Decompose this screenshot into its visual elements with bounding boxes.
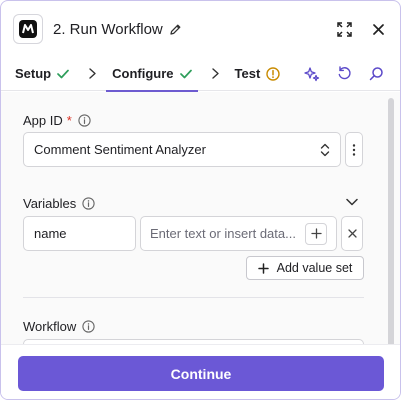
add-value-set-button[interactable]: Add value set <box>246 256 364 280</box>
app-id-label-row: App ID * <box>23 113 91 128</box>
vertical-dots-icon <box>352 143 356 156</box>
plus-icon <box>257 262 269 274</box>
required-marker: * <box>66 113 72 128</box>
close-icon <box>347 229 357 238</box>
divider <box>23 297 364 298</box>
remove-variable-button[interactable] <box>341 216 363 251</box>
chevron-right-icon <box>89 68 96 79</box>
variable-key-input[interactable]: name <box>23 216 136 251</box>
info-icon[interactable] <box>78 114 91 127</box>
app-logo <box>13 14 43 44</box>
close-icon[interactable] <box>368 19 388 39</box>
step-editor-panel: 2. Run Workflow Setup Configure Test App… <box>0 0 401 400</box>
workflow-label-row: Workflow <box>23 319 95 334</box>
refresh-icon[interactable] <box>334 64 354 84</box>
check-icon <box>179 69 192 79</box>
app-logo-icon <box>19 20 37 38</box>
pencil-icon[interactable] <box>169 23 182 36</box>
tab-test[interactable]: Test <box>235 57 281 91</box>
warning-icon <box>266 66 280 81</box>
configure-form: App ID * Comment Sentiment Analyzer Vari… <box>1 92 400 344</box>
variable-value-placeholder: Enter text or insert data... <box>150 226 296 241</box>
app-id-value: Comment Sentiment Analyzer <box>34 142 206 157</box>
scrollbar[interactable] <box>388 98 394 344</box>
tab-configure-label: Configure <box>112 66 174 81</box>
tab-setup[interactable]: Setup <box>15 57 69 91</box>
variable-value-input[interactable]: Enter text or insert data... <box>140 216 337 251</box>
app-id-label: App ID <box>23 113 63 128</box>
continue-button[interactable]: Continue <box>18 356 384 391</box>
insert-data-button[interactable] <box>305 222 327 245</box>
tab-test-label: Test <box>234 66 261 81</box>
info-icon[interactable] <box>82 320 95 333</box>
workflow-label: Workflow <box>23 319 77 334</box>
tab-configure[interactable]: Configure <box>106 57 198 92</box>
app-id-select[interactable]: Comment Sentiment Analyzer <box>23 132 341 167</box>
expand-icon[interactable] <box>334 19 354 39</box>
sparkle-icon[interactable] <box>302 64 322 84</box>
page-title: 2. Run Workflow <box>53 20 163 38</box>
panel-footer: Continue <box>1 344 400 399</box>
search-icon[interactable] <box>366 64 386 84</box>
variable-key-value: name <box>34 226 67 241</box>
panel-header: 2. Run Workflow <box>1 1 400 57</box>
chevron-up-down-icon <box>320 143 330 157</box>
add-value-set-label: Add value set <box>276 261 353 275</box>
check-icon <box>57 69 69 79</box>
info-icon[interactable] <box>82 197 95 210</box>
step-tabs: Setup Configure Test <box>1 57 400 92</box>
chevron-down-icon[interactable] <box>343 193 361 211</box>
more-options-button[interactable] <box>345 132 363 167</box>
variables-label-row: Variables <box>23 196 95 211</box>
chevron-right-icon <box>211 68 219 79</box>
plus-icon <box>310 228 322 239</box>
tab-setup-label: Setup <box>15 66 52 81</box>
variables-label: Variables <box>23 196 77 211</box>
